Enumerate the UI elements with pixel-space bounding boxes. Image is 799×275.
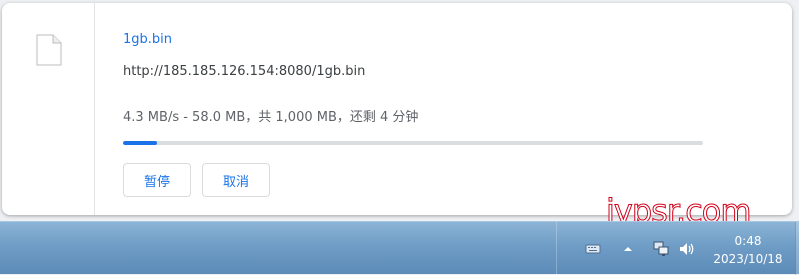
taskbar-separator — [556, 222, 557, 275]
show-desktop-button[interactable] — [795, 222, 799, 275]
chevron-up-icon[interactable] — [623, 241, 633, 257]
download-progress-bar — [123, 141, 703, 145]
keyboard-icon[interactable] — [585, 241, 601, 257]
file-icon — [36, 34, 62, 70]
system-clock[interactable]: 0:48 2023/10/18 — [700, 232, 796, 268]
clock-time: 0:48 — [734, 234, 762, 248]
pause-button[interactable]: 暂停 — [123, 163, 191, 197]
file-icon-column — [2, 3, 95, 215]
download-filename-link[interactable]: 1gb.bin — [123, 32, 172, 47]
download-url: http://185.185.126.154:8080/1gb.bin — [123, 64, 366, 79]
clock-date: 2023/10/18 — [713, 252, 783, 266]
cancel-button[interactable]: 取消 — [202, 163, 270, 197]
download-item-card: 1gb.bin http://185.185.126.154:8080/1gb.… — [2, 3, 792, 215]
windows-taskbar: 0:48 2023/10/18 — [0, 221, 799, 275]
download-progress-fill — [123, 141, 157, 145]
download-status-text: 4.3 MB/s - 58.0 MB，共 1,000 MB，还剩 4 分钟 — [123, 110, 419, 125]
speaker-icon[interactable] — [678, 241, 696, 257]
network-icon[interactable] — [652, 241, 670, 257]
